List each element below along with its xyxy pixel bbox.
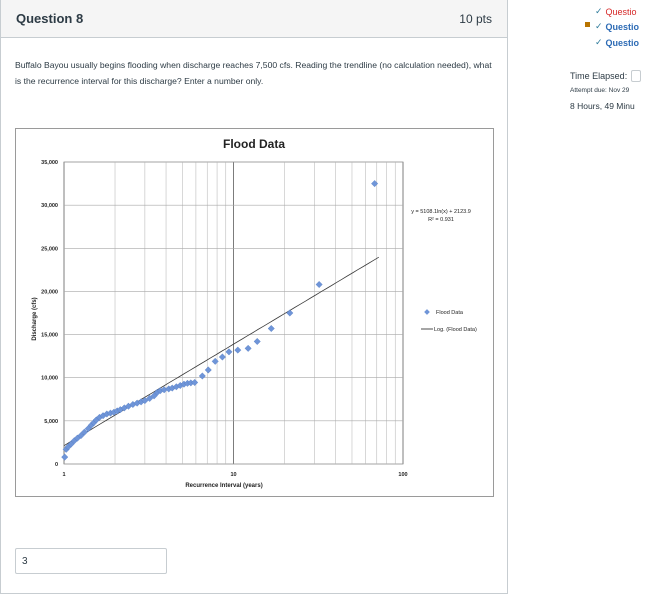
check-icon: ✓: [595, 6, 603, 16]
nav-question-item-3[interactable]: ✓ Questio: [595, 37, 639, 48]
x-axis-label: Recurrence Interval (years): [185, 483, 262, 489]
time-elapsed-row: Time Elapsed:: [570, 70, 642, 82]
x-tick-label: 10: [230, 472, 236, 478]
trendline-equation: y = 5108.1ln(x) + 2123.9: [411, 209, 471, 215]
y-tick-label: 30,000: [41, 203, 58, 209]
nav-question-label: Questio: [605, 6, 637, 17]
question-nav-sidebar: ✓ Questio ✓ Questio ✓ Questio Time Elaps…: [560, 0, 652, 130]
y-tick-label: 15,000: [41, 333, 58, 339]
chart-title: Flood Data: [223, 137, 285, 151]
check-icon: ✓: [595, 37, 603, 47]
y-axis-label: Discharge (cfs): [32, 297, 38, 340]
question-text: Buffalo Bayou usually begins flooding wh…: [15, 60, 492, 86]
flag-icon: [585, 22, 590, 27]
y-tick-label: 20,000: [41, 289, 58, 295]
time-elapsed-label: Time Elapsed:: [570, 71, 628, 81]
nav-question-label: Questio: [605, 21, 640, 32]
answer-input[interactable]: [15, 548, 167, 574]
elapsed-time-value: 8 Hours, 49 Minu: [570, 101, 635, 111]
trendline-r-squared: R² = 0.931: [428, 217, 454, 223]
flood-chart-svg: 0 5,000 10,000 15,000 20,000 25,000 30,000 35,0…: [32, 137, 477, 489]
chart-grid: [63, 161, 404, 465]
question-title: Question 8: [16, 11, 84, 26]
nav-question-item-1[interactable]: ✓ Questio: [595, 6, 637, 17]
chart-legend: Flood Data Log. (Flood Data): [421, 309, 477, 333]
y-tick-label: 35,000: [41, 160, 58, 166]
y-tick-label: 5,000: [44, 419, 58, 425]
x-tick-labels: 1 10 100: [62, 472, 407, 478]
y-tick-label: 10,000: [41, 376, 58, 382]
legend-label-flood-data: Flood Data: [436, 310, 464, 316]
x-tick-label: 100: [398, 472, 407, 478]
hide-timer-button[interactable]: [631, 70, 642, 82]
x-tick-label: 1: [62, 472, 65, 478]
question-card: Question 8 10 pts Buffalo Bayou usually …: [0, 0, 508, 594]
y-tick-label: 25,000: [41, 246, 58, 252]
legend-marker-flood-data: [424, 309, 430, 315]
question-header: Question 8 10 pts: [1, 0, 507, 38]
check-icon: ✓: [595, 21, 603, 31]
flood-chart: 0 5,000 10,000 15,000 20,000 25,000 30,000 35,0…: [15, 128, 494, 497]
question-points: 10 pts: [459, 11, 492, 26]
y-tick-labels: 0 5,000 10,000 15,000 20,000 25,000 30,000 35,0…: [41, 160, 58, 468]
attempt-due: Attempt due: Nov 29: [570, 87, 630, 94]
nav-question-label: Questio: [605, 37, 640, 48]
y-tick-label: 0: [55, 462, 58, 468]
nav-question-item-2[interactable]: ✓ Questio: [595, 21, 639, 32]
legend-label-trendline: Log. (Flood Data): [434, 327, 477, 333]
